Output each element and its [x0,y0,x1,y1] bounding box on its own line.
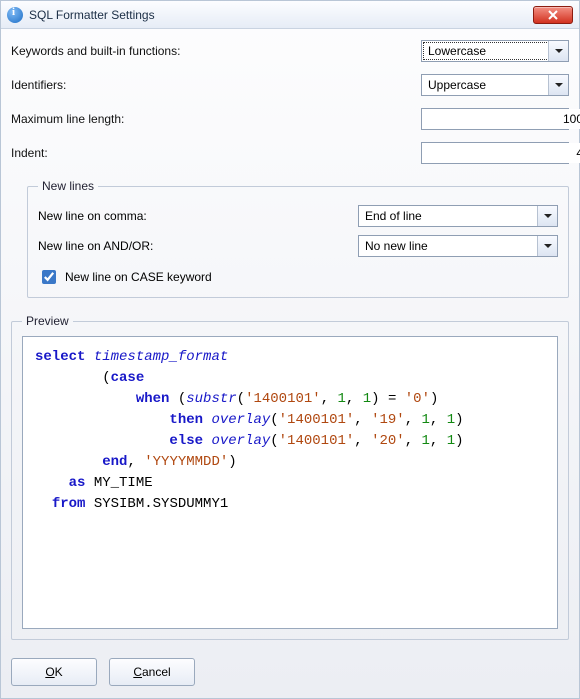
indent-field[interactable] [421,142,569,164]
newline-andor-combo[interactable]: No new line [358,235,558,257]
title-bar: SQL Formatter Settings [1,1,579,29]
content-area: Keywords and built-in functions: Lowerca… [1,29,579,650]
indent-label: Indent: [11,146,421,160]
newline-case-checkbox-row[interactable]: New line on CASE keyword [38,267,558,287]
chevron-down-icon [537,236,557,256]
newline-comma-label: New line on comma: [38,209,358,223]
app-icon [7,7,23,23]
indent-input[interactable] [422,143,580,163]
maxlinelen-field[interactable] [421,108,569,130]
cancel-button[interactable]: Cancel [109,658,195,686]
newline-comma-value: End of line [365,209,422,223]
chevron-down-icon [548,41,568,61]
newline-case-label: New line on CASE keyword [65,270,212,284]
dialog-window: SQL Formatter Settings Keywords and buil… [0,0,580,699]
newline-andor-label: New line on AND/OR: [38,239,358,253]
identifiers-label: Identifiers: [11,78,421,92]
keywords-combo-value: Lowercase [428,44,486,58]
identifiers-combo-value: Uppercase [428,78,486,92]
chevron-down-icon [537,206,557,226]
newline-case-checkbox[interactable] [42,270,56,284]
close-icon [547,10,559,20]
newline-comma-combo[interactable]: End of line [358,205,558,227]
newlines-group: New lines New line on comma: End of line… [27,179,569,298]
preview-group: Preview select timestamp_format (case wh… [11,314,569,640]
window-title: SQL Formatter Settings [29,8,155,22]
identifiers-combo[interactable]: Uppercase [421,74,569,96]
close-button[interactable] [533,6,573,24]
maxlinelen-input[interactable] [422,109,580,129]
button-bar: OK Cancel [1,650,579,698]
preview-text: select timestamp_format (case when (subs… [22,336,558,629]
keywords-combo[interactable]: Lowercase [421,40,569,62]
ok-button[interactable]: OK [11,658,97,686]
maxlinelen-label: Maximum line length: [11,112,421,126]
newlines-legend: New lines [38,179,98,193]
keywords-label: Keywords and built-in functions: [11,44,421,58]
newline-andor-value: No new line [365,239,428,253]
chevron-down-icon [548,75,568,95]
preview-legend: Preview [22,314,73,328]
